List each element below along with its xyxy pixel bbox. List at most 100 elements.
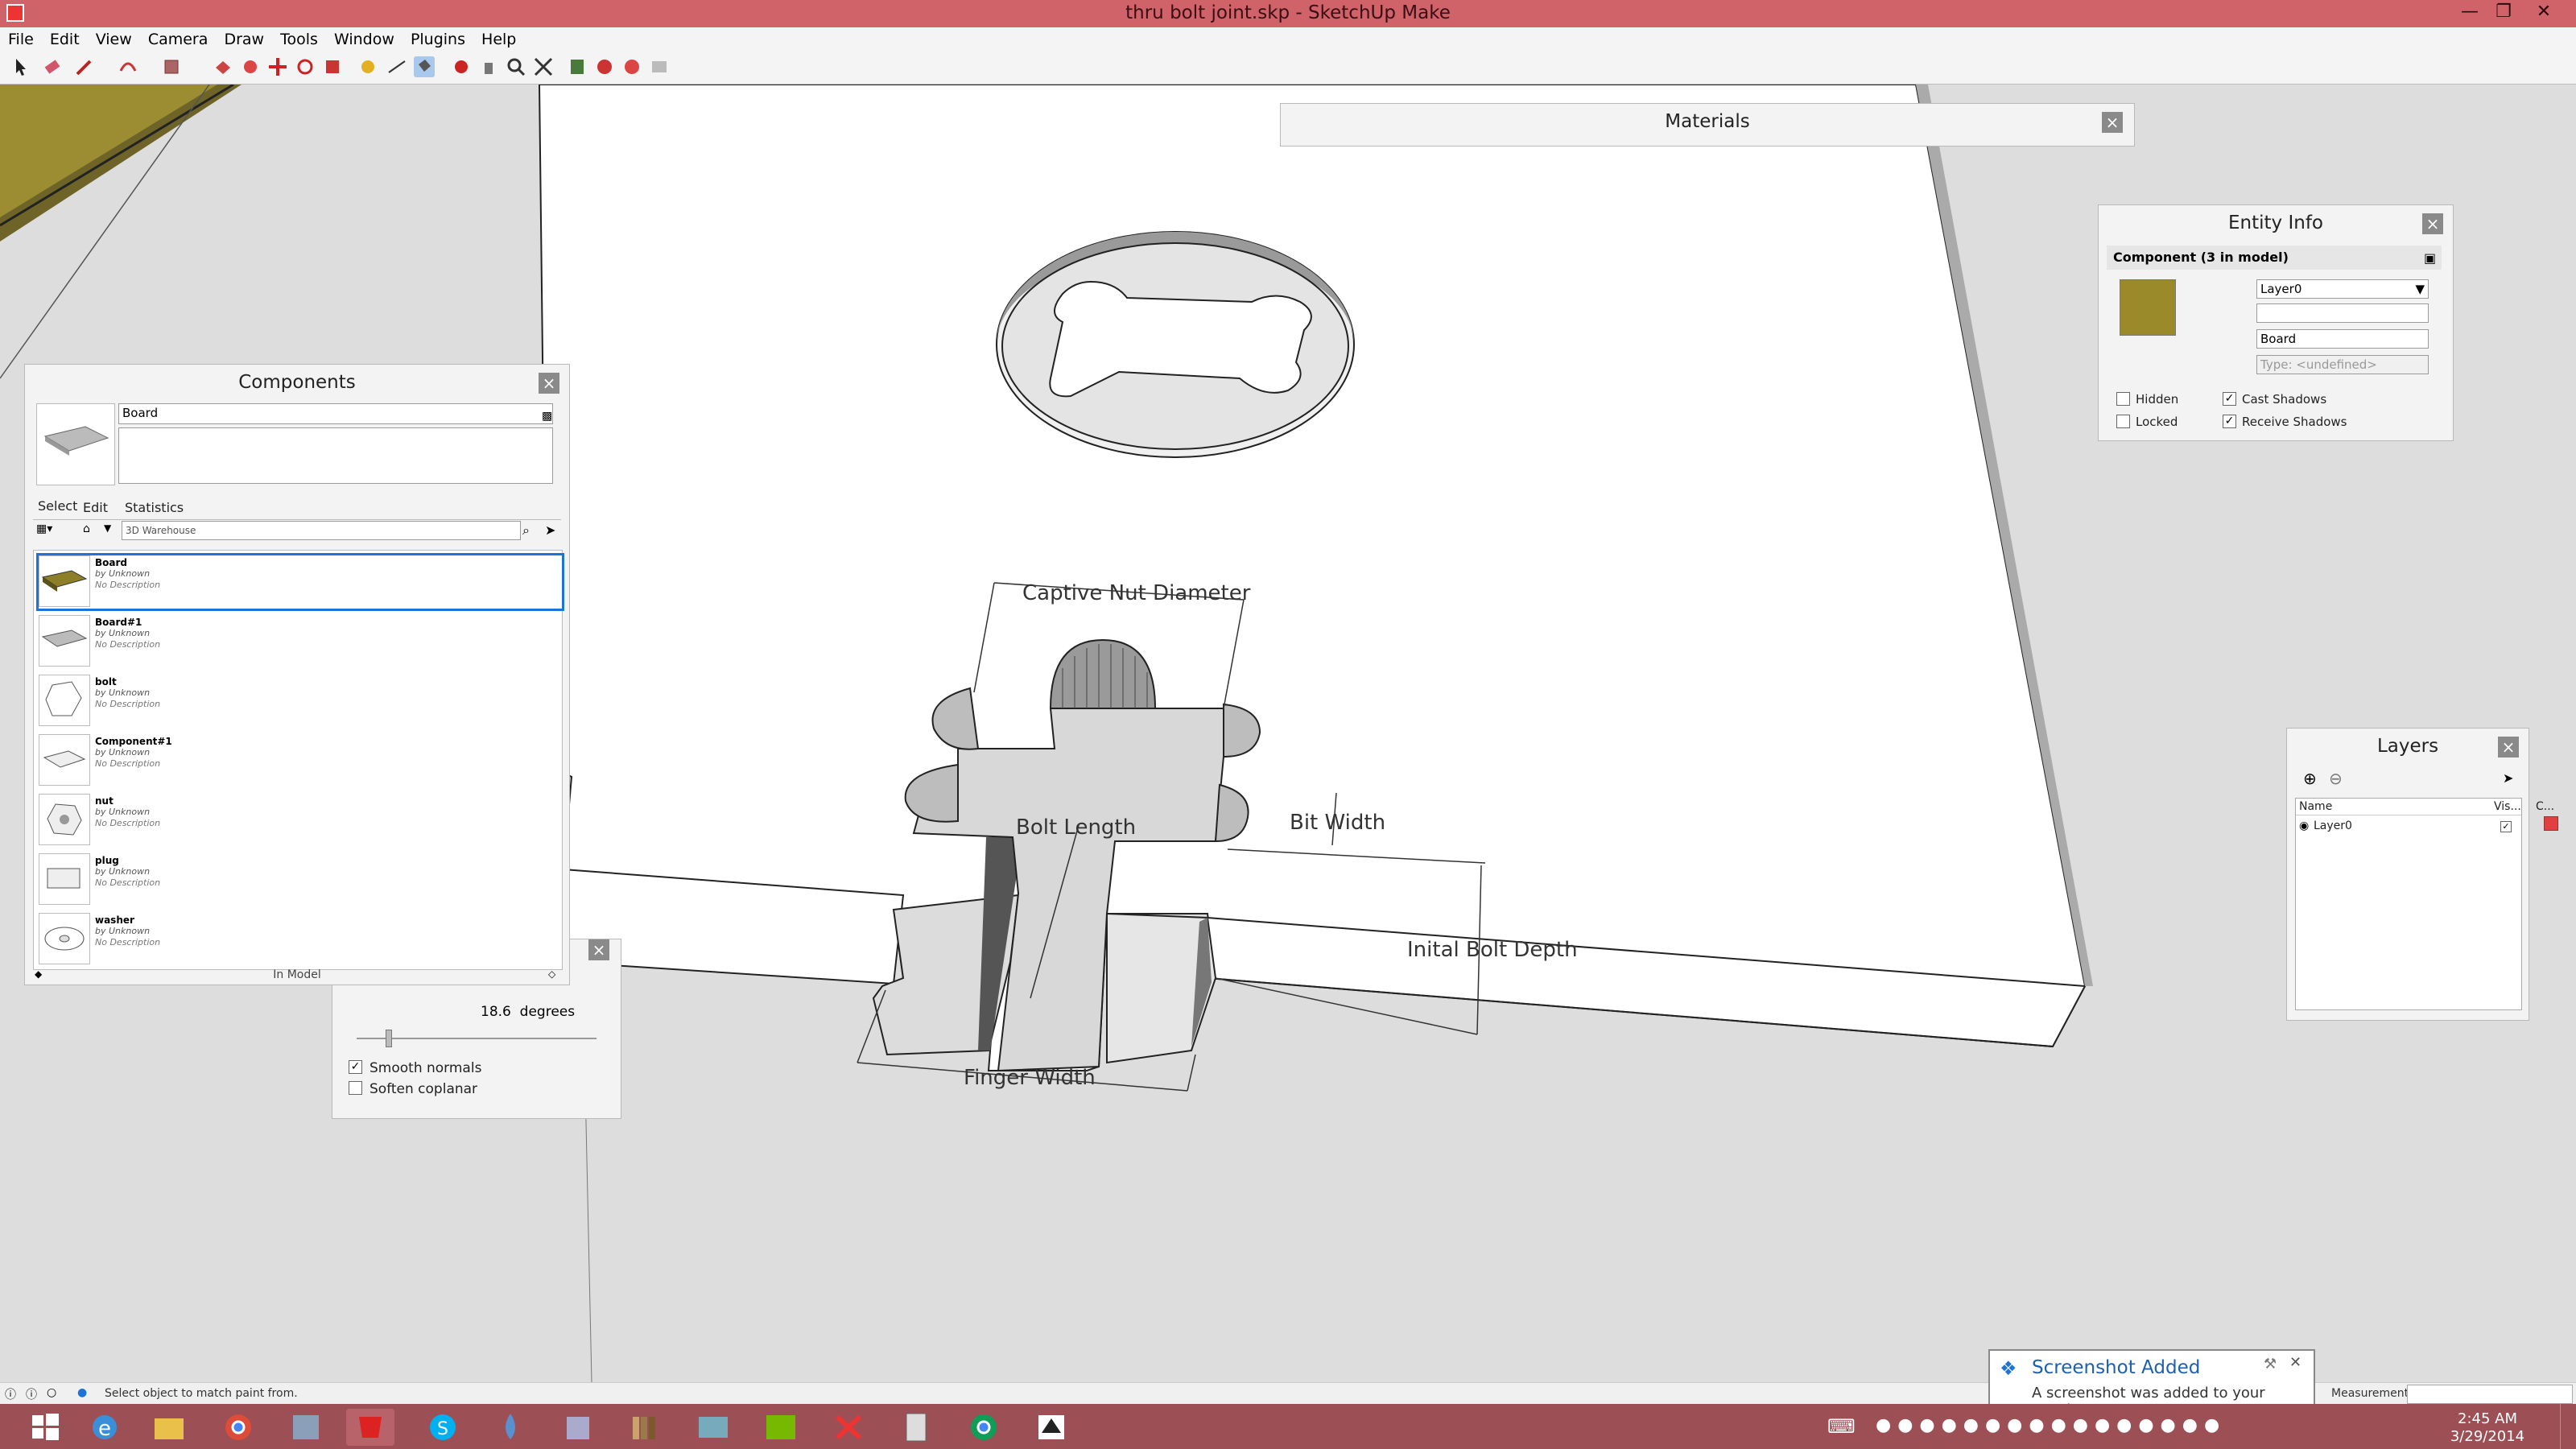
material-swatch[interactable] xyxy=(2120,279,2176,336)
calculator-icon[interactable] xyxy=(892,1409,940,1446)
materials-close-icon[interactable]: × xyxy=(2102,112,2123,133)
show-desktop-button[interactable] xyxy=(2560,1404,2576,1449)
view-options-icon[interactable]: ▦▾ xyxy=(36,522,52,535)
tab-edit[interactable]: Edit xyxy=(83,500,108,515)
user-icon[interactable]: ○ xyxy=(47,1386,56,1399)
entity-info-close-icon[interactable]: × xyxy=(2422,213,2443,234)
layers-close-icon[interactable]: × xyxy=(2498,737,2519,758)
menu-window[interactable]: Window xyxy=(334,27,394,48)
geo-location-icon[interactable]: ⓘ xyxy=(5,1386,16,1402)
component-description-field[interactable] xyxy=(118,427,553,484)
tab-statistics[interactable]: Statistics xyxy=(125,500,184,515)
tab-select[interactable]: Select xyxy=(38,498,77,514)
notification-close-icon[interactable]: ✕ xyxy=(2289,1354,2301,1371)
receive-shadows-checkbox[interactable]: ✓ xyxy=(2223,415,2236,428)
soften-coplanar-checkbox[interactable] xyxy=(349,1081,362,1095)
soften-close-icon[interactable]: × xyxy=(588,939,609,960)
calculator-app-icon[interactable] xyxy=(282,1409,330,1446)
add-layer-icon[interactable]: ⊕ xyxy=(2303,769,2317,788)
menu-view[interactable]: View xyxy=(96,27,132,48)
zoom-extents-tool-icon[interactable] xyxy=(533,56,554,77)
chrome-icon[interactable] xyxy=(214,1409,262,1446)
paint-bucket-tool-icon[interactable] xyxy=(414,56,435,77)
menu-file[interactable]: File xyxy=(8,27,34,48)
layer-color-swatch-visible[interactable] xyxy=(2544,816,2558,831)
layout-icon[interactable] xyxy=(649,56,670,77)
materials-panel-title[interactable]: Materials xyxy=(1281,104,2134,139)
warehouse-search-input[interactable]: 3D Warehouse xyxy=(122,521,521,540)
scale-tool-icon[interactable] xyxy=(322,56,343,77)
extensions-icon[interactable] xyxy=(621,56,642,77)
credits-icon[interactable]: ⓘ xyxy=(26,1386,37,1402)
inkscape-icon[interactable] xyxy=(1027,1409,1075,1446)
share-model-icon[interactable] xyxy=(594,56,615,77)
library-icon[interactable] xyxy=(621,1409,670,1446)
minimize-button[interactable]: — xyxy=(2454,2,2486,22)
list-item[interactable]: Board by Unknown No Description xyxy=(36,553,564,611)
settings-icon[interactable]: ⚒ xyxy=(2264,1356,2277,1373)
restore-button[interactable]: ❐ xyxy=(2487,2,2520,22)
menu-plugins[interactable]: Plugins xyxy=(411,27,465,48)
tray-icons[interactable]: ●●●●●●●●●●●●●●●● xyxy=(1876,1415,2226,1435)
lock-icon[interactable]: ▩ xyxy=(542,410,552,423)
definition-field[interactable]: Board xyxy=(2256,329,2429,349)
dimension-tool-icon[interactable] xyxy=(386,56,407,77)
notebook-icon[interactable] xyxy=(554,1409,602,1446)
layer-visible-checkbox[interactable]: ✓ xyxy=(2500,821,2512,832)
layers-col-name[interactable]: Name xyxy=(2299,800,2332,813)
list-item[interactable]: bolt by Unknown No Description xyxy=(39,675,562,731)
nvidia-icon[interactable] xyxy=(757,1409,805,1446)
components-title[interactable]: Components xyxy=(25,365,569,400)
smooth-normals-checkbox[interactable]: ✓ xyxy=(349,1060,362,1074)
hidden-checkbox[interactable] xyxy=(2116,392,2130,406)
locked-checkbox[interactable] xyxy=(2116,415,2130,428)
select-tool-icon[interactable] xyxy=(10,56,31,77)
menu-draw[interactable]: Draw xyxy=(224,27,264,48)
zoom-tool-icon[interactable] xyxy=(506,56,526,77)
remove-layer-icon[interactable]: ⊖ xyxy=(2329,769,2343,788)
rectangle-tool-icon[interactable] xyxy=(161,56,182,77)
entity-info-menu-icon[interactable]: ▣ xyxy=(2424,250,2436,266)
close-window-button[interactable]: ✕ xyxy=(2528,2,2560,22)
pan-tool-icon[interactable] xyxy=(478,56,499,77)
start-windows-icon[interactable] xyxy=(21,1409,69,1446)
pencil-tool-icon[interactable] xyxy=(74,56,95,77)
warehouse-icon[interactable] xyxy=(567,56,588,77)
list-item[interactable]: Board#1 by Unknown No Description xyxy=(39,615,562,671)
water-drop-icon[interactable] xyxy=(486,1409,535,1446)
list-item[interactable]: plug by Unknown No Description xyxy=(39,853,562,910)
angle-slider-track[interactable] xyxy=(357,1038,597,1039)
list-item[interactable]: Component#1 by Unknown No Description xyxy=(39,734,562,791)
search-icon[interactable]: ⌕ xyxy=(522,522,530,539)
orbit-tool-icon[interactable] xyxy=(451,56,472,77)
layers-col-color[interactable]: C... xyxy=(2536,800,2554,813)
follow-me-tool-icon[interactable] xyxy=(240,56,261,77)
menu-help[interactable]: Help xyxy=(481,27,516,48)
layer-active-radio[interactable]: ◉ xyxy=(2299,819,2309,832)
clock-time[interactable]: 2:45 AM xyxy=(2423,1410,2552,1427)
name-field[interactable] xyxy=(2256,303,2429,323)
components-close-icon[interactable]: × xyxy=(539,373,559,394)
keyboard-icon[interactable]: ⌨ xyxy=(1827,1415,1856,1438)
layers-title[interactable]: Layers xyxy=(2287,729,2529,764)
menu-camera[interactable]: Camera xyxy=(148,27,208,48)
arc-tool-icon[interactable] xyxy=(118,56,138,77)
list-item[interactable]: washer by Unknown No Description xyxy=(39,913,562,969)
push-pull-tool-icon[interactable] xyxy=(213,56,233,77)
chrome-app-icon[interactable] xyxy=(960,1409,1008,1446)
layer-row-name[interactable]: Layer0 xyxy=(2314,819,2352,832)
resize-icon[interactable]: ◇ xyxy=(548,968,555,980)
tape-measure-tool-icon[interactable] xyxy=(359,56,380,77)
details-arrow-icon[interactable]: ➤ xyxy=(545,522,555,538)
internet-explorer-icon[interactable]: e xyxy=(80,1409,129,1446)
rotate-tool-icon[interactable] xyxy=(295,56,316,77)
dropbox-notification[interactable]: ❖ Screenshot Added A screenshot was adde… xyxy=(1988,1349,2315,1418)
sketchup-taskbar-icon[interactable] xyxy=(346,1409,394,1446)
skype-icon[interactable]: S xyxy=(419,1409,467,1446)
layer-select[interactable]: Layer0 ▼ xyxy=(2256,279,2429,299)
entity-info-title[interactable]: Entity Info xyxy=(2099,205,2453,241)
eraser-tool-icon[interactable] xyxy=(42,56,63,77)
component-name-field[interactable]: Board xyxy=(118,403,553,424)
clock-date[interactable]: 3/29/2014 xyxy=(2423,1428,2552,1445)
measurements-input[interactable] xyxy=(2407,1385,2573,1404)
